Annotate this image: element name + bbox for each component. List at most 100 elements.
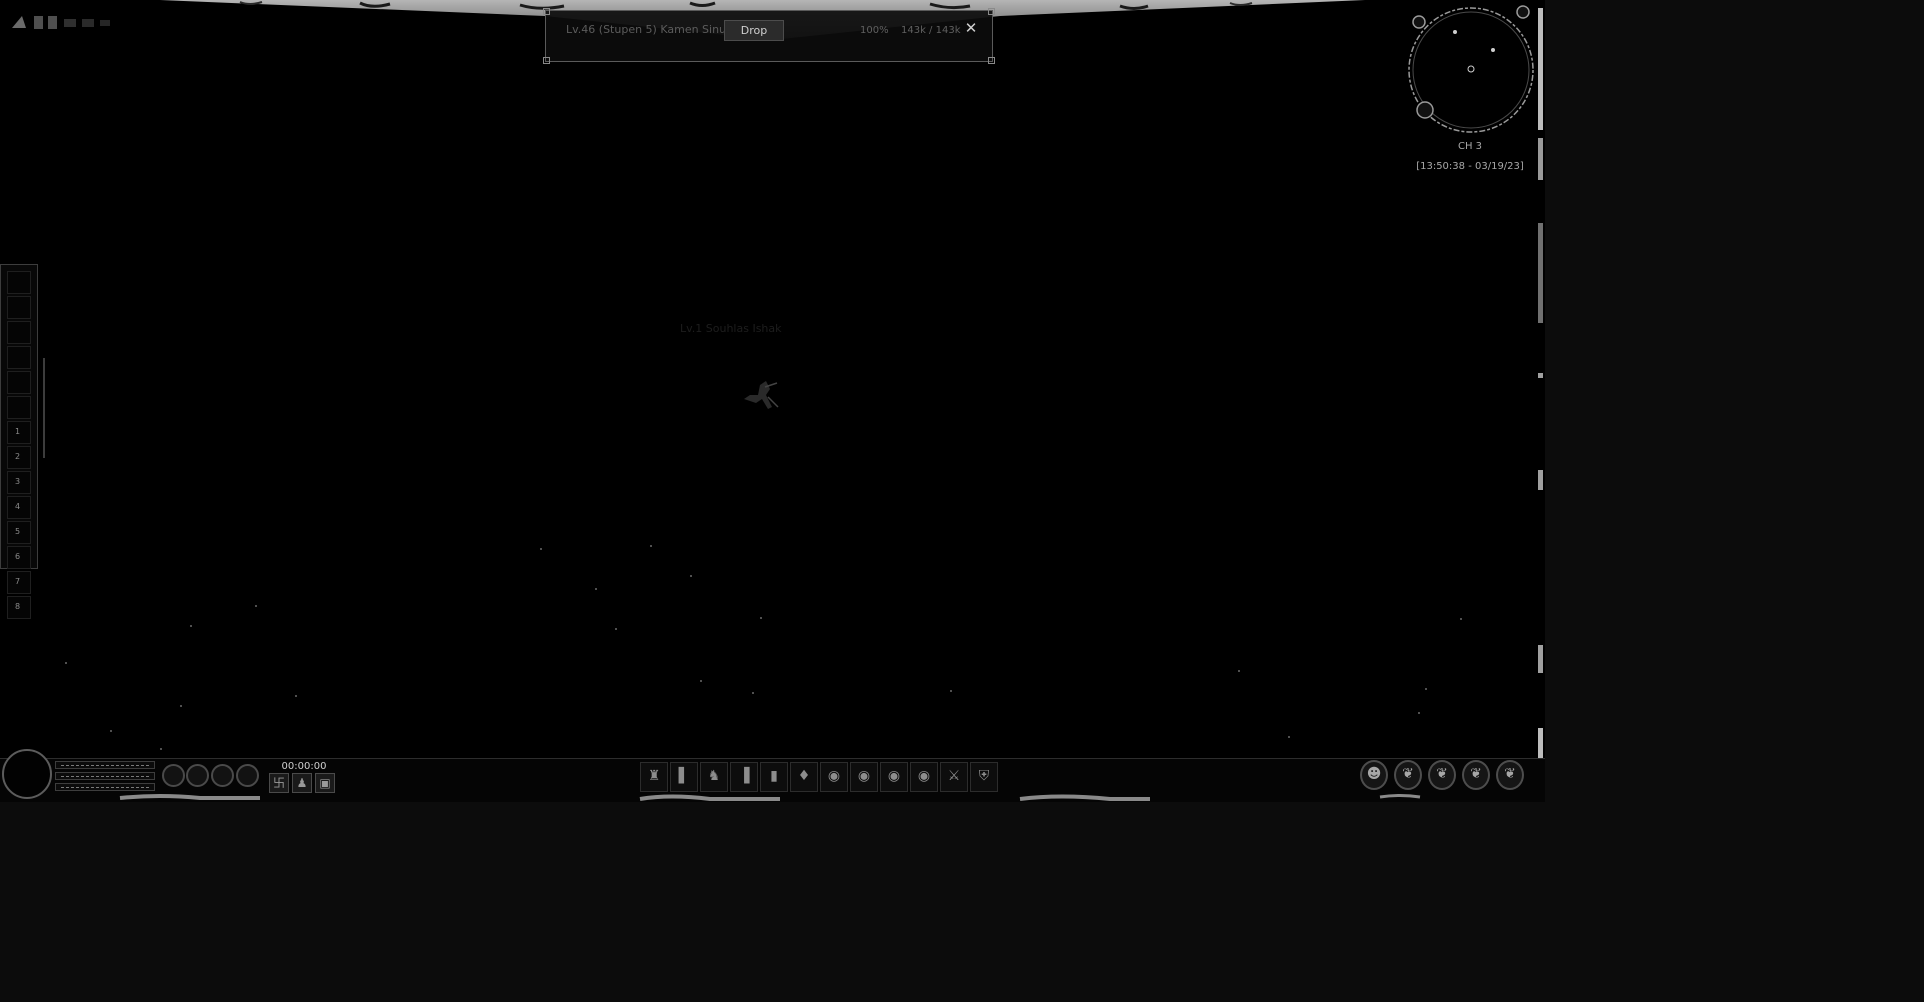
ground-particle	[1238, 670, 1240, 672]
skill-slot-key: 6	[15, 552, 21, 561]
character-icon: ☻	[1366, 766, 1382, 782]
dragon-icon: ❦	[1436, 766, 1448, 782]
hotkey-slot[interactable]: ♞	[700, 762, 728, 792]
skill-slot[interactable]	[7, 321, 31, 344]
ground-particle	[950, 690, 952, 692]
menu-button[interactable]: ❦	[1496, 760, 1524, 790]
box-icon[interactable]: ▣	[315, 773, 335, 793]
orb-icon: ◉	[827, 768, 841, 784]
skill-slot[interactable]	[7, 296, 31, 319]
target-frame: Lv.46 (Stupen 5) Kamen Sinu Drop 100% 14…	[543, 8, 995, 64]
status-bars	[55, 760, 157, 792]
figure-icon: ♞	[707, 768, 721, 784]
orb-icon: ◉	[917, 768, 931, 784]
skill-slot[interactable]	[7, 371, 31, 394]
left-skill-bar-scroll[interactable]	[43, 358, 45, 458]
skill-slot[interactable]: 6	[7, 546, 31, 569]
left-skill-bar: 1 2 3 4 5 6 7 8	[0, 264, 38, 802]
hp-bar	[55, 761, 155, 769]
ground-particle	[700, 680, 702, 682]
hotkey-slot[interactable]: ◉	[850, 762, 878, 792]
right-edge-bar	[1538, 8, 1543, 778]
target-hp-value: 143k / 143k	[901, 25, 961, 36]
hotkey-slot[interactable]: ♜	[640, 762, 668, 792]
orb-icon: ◉	[857, 768, 871, 784]
menu-button[interactable]: ❦	[1394, 760, 1422, 790]
skill-slot-key: 7	[15, 577, 21, 586]
menu-button[interactable]: ❦	[1428, 760, 1456, 790]
drop-button[interactable]: Drop	[724, 20, 784, 41]
ground-particle	[1418, 712, 1420, 714]
ground-particle	[760, 617, 762, 619]
ground-particle	[110, 730, 112, 732]
skill-slot[interactable]: 5	[7, 521, 31, 544]
hotkey-slot[interactable]: ⛨	[970, 762, 998, 792]
skill-slot[interactable]: 4	[7, 496, 31, 519]
skill-slot[interactable]: 7	[7, 571, 31, 594]
channel-label: CH 3	[1457, 141, 1483, 152]
skill-slot[interactable]: 1	[7, 421, 31, 444]
hotkey-slot[interactable]: ◉	[910, 762, 938, 792]
skill-slot-key: 2	[15, 452, 21, 461]
gem-icon: ♦	[797, 768, 811, 784]
ground-particle	[615, 628, 617, 630]
ground-particle	[595, 588, 597, 590]
orb-icon: ◉	[887, 768, 901, 784]
skill-slot[interactable]: 8	[7, 596, 31, 619]
menu-button[interactable]: ☻	[1360, 760, 1388, 790]
gauge-button[interactable]	[186, 764, 209, 787]
ground-particle	[752, 692, 754, 694]
hotkey-slot[interactable]: ▌	[670, 762, 698, 792]
dragon-icon: ❦	[1402, 766, 1414, 782]
shield-icon: ⛨	[978, 768, 990, 784]
ground-particle	[160, 748, 162, 750]
figure-icon[interactable]: ♟	[292, 773, 312, 793]
skill-slot-key: 4	[15, 502, 21, 511]
hotkey-slot[interactable]: ♦	[790, 762, 818, 792]
skill-slot[interactable]	[7, 271, 31, 294]
ground-particle	[1460, 618, 1462, 620]
ground-particle	[255, 605, 257, 607]
ground-particle	[295, 695, 297, 697]
ground-particle	[1288, 736, 1290, 738]
skill-slot-key: 1	[15, 427, 21, 436]
sword-icon: ⚔	[947, 768, 961, 784]
swirl-icon[interactable]: 卐	[269, 773, 289, 793]
ground-particle	[1425, 688, 1427, 690]
skill-slot-key: 3	[15, 477, 21, 486]
skill-slot[interactable]: 2	[7, 446, 31, 469]
hotkey-slot[interactable]: ◉	[880, 762, 908, 792]
ground-particle	[540, 548, 542, 550]
character-portrait-orb[interactable]	[2, 749, 52, 799]
gauge-button[interactable]	[211, 764, 234, 787]
hotkey-slot[interactable]: ▐	[730, 762, 758, 792]
stamina-bar	[55, 783, 155, 791]
sp-bar	[55, 772, 155, 780]
close-icon[interactable]: ✕	[963, 20, 979, 36]
minimap[interactable]	[1403, 2, 1539, 136]
gauge-button[interactable]	[236, 764, 259, 787]
target-name: Lv.46 (Stupen 5) Kamen Sinu	[566, 23, 727, 36]
world-location-text: Lv.1 Souhlas Ishak	[680, 322, 782, 335]
dragon-icon: ❦	[1504, 766, 1516, 782]
menu-button[interactable]: ❦	[1462, 760, 1490, 790]
skill-slot[interactable]	[7, 346, 31, 369]
top-left-icons	[12, 16, 110, 29]
skill-slot-key: 8	[15, 602, 21, 611]
hotkey-slot[interactable]: ◉	[820, 762, 848, 792]
hotkey-slot[interactable]: ⚔	[940, 762, 968, 792]
player-character[interactable]	[735, 375, 790, 420]
timer-readout: 00:00:00	[281, 761, 327, 772]
gauge-button[interactable]	[162, 764, 185, 787]
dragon-icon: ❦	[1470, 766, 1482, 782]
skill-slot[interactable]	[7, 396, 31, 419]
scroll-icon: ▐	[738, 768, 750, 784]
hotkey-slot[interactable]: ▮	[760, 762, 788, 792]
target-hp-percent: 100%	[860, 25, 889, 36]
ground-particle	[180, 705, 182, 707]
bag-icon: ▌	[678, 768, 690, 784]
ground-particle	[690, 575, 692, 577]
ground-particle	[65, 662, 67, 664]
game-viewport[interactable]: Lv.46 (Stupen 5) Kamen Sinu Drop 100% 14…	[0, 0, 1545, 802]
skill-slot[interactable]: 3	[7, 471, 31, 494]
